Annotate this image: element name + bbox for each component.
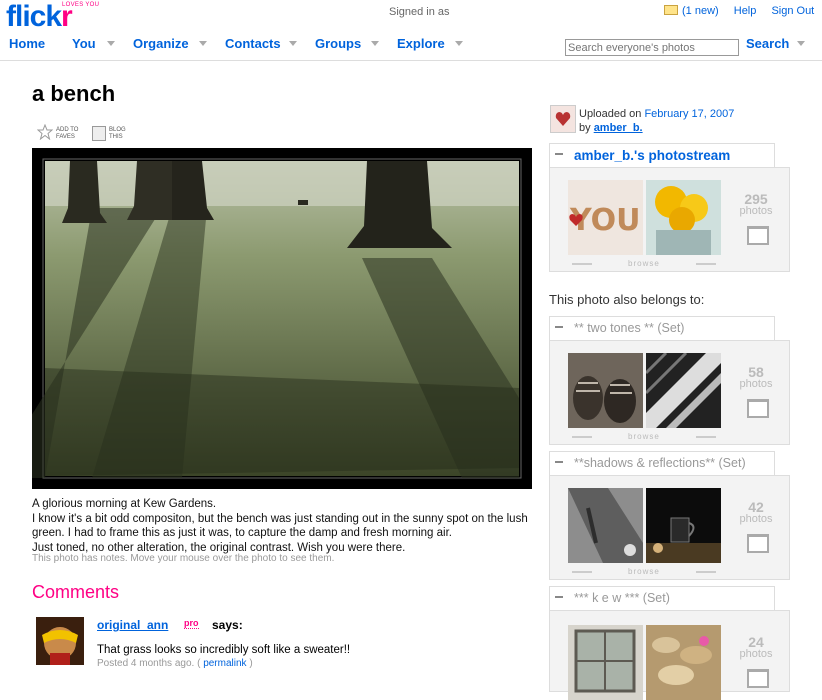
set-thumb[interactable] (568, 625, 643, 700)
nav-you[interactable]: You (72, 36, 96, 51)
browse-next-icon[interactable] (696, 571, 716, 573)
nav-explore-dropdown-icon[interactable] (455, 41, 463, 46)
slideshow-icon[interactable] (747, 534, 769, 553)
browse-next-icon[interactable] (696, 436, 716, 438)
nav-you-dropdown-icon[interactable] (107, 41, 115, 46)
description-line: I know it's a bit odd compositon, but th… (32, 512, 528, 540)
comment-meta: Posted 4 months ago. ( permalink ) (97, 658, 253, 669)
photostream-thumb-1[interactable]: YOU (568, 180, 643, 255)
browse-label[interactable]: browse (628, 259, 660, 268)
blog-this-label: BLOG THIS (109, 127, 126, 140)
blog-this-icon[interactable] (92, 126, 106, 141)
collapse-icon[interactable] (555, 153, 563, 155)
browse-prev-icon[interactable] (572, 571, 592, 573)
set-box-two-tones: 58 photos browse (549, 340, 790, 445)
description-line: A glorious morning at Kew Gardens. (32, 498, 217, 510)
set-tab-two-tones[interactable]: ** two tones ** (Set) (549, 316, 775, 341)
set-count-label: photos (739, 648, 773, 660)
new-messages-link[interactable]: (1 new) (682, 5, 719, 17)
set-count-label: photos (739, 513, 773, 525)
by-label: by (579, 122, 591, 134)
search-button[interactable]: Search (746, 36, 789, 51)
collapse-icon[interactable] (555, 596, 563, 598)
slideshow-icon[interactable] (747, 669, 769, 688)
photostream-thumb-2[interactable] (646, 180, 721, 255)
set-thumb[interactable] (568, 353, 643, 428)
logo-tagline: LOVES YOU (62, 2, 100, 8)
add-to-faves-label: ADD TO FAVES (56, 127, 79, 140)
main-photo[interactable] (32, 148, 532, 489)
add-to-faves-button[interactable]: ADD TO FAVES (56, 127, 86, 141)
upload-info: Uploaded on February 17, 2007 by amber_b… (579, 107, 734, 135)
top-links: (1 new) Help Sign Out (664, 5, 814, 17)
uploaded-label: Uploaded on (579, 108, 642, 120)
envelope-icon[interactable] (664, 5, 678, 15)
browse-label[interactable]: browse (628, 432, 660, 441)
upload-date-link[interactable]: February 17, 2007 (644, 108, 734, 120)
set-count-label: photos (739, 378, 773, 390)
photostream-link[interactable]: amber_b.'s photostream (574, 148, 730, 163)
slideshow-icon[interactable] (747, 399, 769, 418)
says-label: says: (212, 618, 243, 632)
nav-contacts-dropdown-icon[interactable] (289, 41, 297, 46)
comment-text: That grass looks so incredibly soft like… (97, 644, 351, 656)
photo-description: A glorious morning at Kew Gardens. I kno… (32, 497, 542, 555)
belongs-heading: This photo also belongs to: (549, 292, 705, 307)
photo-title: a bench (32, 81, 116, 106)
nav-home[interactable]: Home (9, 36, 45, 51)
photostream-tab[interactable]: amber_b.'s photostream (549, 143, 775, 168)
comments-heading: Comments (32, 582, 120, 602)
nav-groups[interactable]: Groups (315, 36, 361, 51)
collapse-icon[interactable] (555, 461, 563, 463)
search-dropdown-icon[interactable] (797, 41, 805, 46)
commenter-name[interactable]: original_ann (97, 618, 168, 632)
sign-out-link[interactable]: Sign Out (771, 5, 814, 17)
help-link[interactable]: Help (734, 5, 757, 17)
uploader-avatar[interactable] (550, 105, 576, 133)
set-box-shadows-reflections: 42 photos browse (549, 475, 790, 580)
set-thumb[interactable] (646, 625, 721, 700)
pro-badge[interactable]: pro (184, 618, 199, 629)
star-icon[interactable] (37, 124, 53, 140)
set-title[interactable]: **shadows & reflections** (Set) (574, 456, 746, 470)
uploader-link[interactable]: amber_b. (594, 122, 643, 134)
set-tab-shadows-reflections[interactable]: **shadows & reflections** (Set) (549, 451, 775, 476)
nav-organize-dropdown-icon[interactable] (199, 41, 207, 46)
nav-organize[interactable]: Organize (133, 36, 189, 51)
permalink-link[interactable]: permalink (203, 658, 246, 669)
search-input[interactable] (565, 39, 739, 56)
blog-this-button[interactable]: BLOG THIS (109, 127, 131, 141)
photostream-box: YOU 295 photos browse (549, 167, 790, 272)
set-thumb[interactable] (646, 353, 721, 428)
slideshow-icon[interactable] (747, 226, 769, 245)
signed-in-label: Signed in as (389, 6, 450, 18)
nav-groups-dropdown-icon[interactable] (371, 41, 379, 46)
browse-prev-icon[interactable] (572, 263, 592, 265)
posted-time: Posted 4 months ago. (97, 658, 195, 669)
commenter-avatar[interactable] (36, 617, 84, 665)
browse-label[interactable]: browse (628, 567, 660, 576)
browse-next-icon[interactable] (696, 263, 716, 265)
set-thumb[interactable] (646, 488, 721, 563)
header-divider (0, 60, 822, 61)
collapse-icon[interactable] (555, 326, 563, 328)
set-tab-kew[interactable]: *** k e w *** (Set) (549, 586, 775, 611)
commenter-link[interactable]: original_ann (97, 618, 168, 632)
photostream-count-label: photos (739, 205, 773, 217)
nav-contacts[interactable]: Contacts (225, 36, 281, 51)
set-title[interactable]: ** two tones ** (Set) (574, 321, 684, 335)
set-thumb[interactable] (568, 488, 643, 563)
notes-hint: This photo has notes. Move your mouse ov… (32, 553, 335, 564)
nav-explore[interactable]: Explore (397, 36, 445, 51)
browse-prev-icon[interactable] (572, 436, 592, 438)
set-title[interactable]: *** k e w *** (Set) (574, 591, 670, 605)
